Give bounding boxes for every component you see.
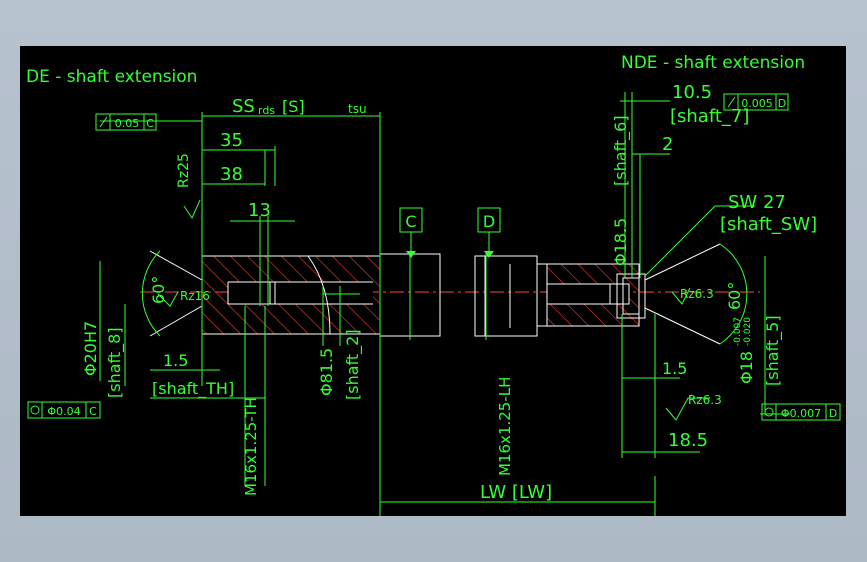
svg-text:Φ18: Φ18 — [737, 351, 756, 384]
svg-text:Φ0.007: Φ0.007 — [781, 407, 821, 420]
svg-text:C: C — [89, 405, 97, 418]
svg-text:[shaft_7]: [shaft_7] — [670, 106, 749, 127]
svg-text:C: C — [405, 212, 416, 231]
svg-text:Rz25: Rz25 — [176, 153, 192, 188]
svg-text:[S]: [S] — [282, 97, 305, 116]
drawing-canvas: DE - shaft extension NDE - shaft extensi… — [26, 53, 841, 516]
svg-text:Φ18.5: Φ18.5 — [611, 218, 630, 266]
svg-text:[shaft_SW]: [shaft_SW] — [720, 214, 817, 235]
svg-text:M16x1.25-LH: M16x1.25-LH — [496, 377, 514, 476]
svg-text:1.5: 1.5 — [163, 351, 188, 370]
de-title: DE - shaft extension — [26, 67, 197, 87]
svg-text:LW [LW]: LW [LW] — [480, 482, 552, 503]
svg-text:Φ0.04: Φ0.04 — [47, 405, 80, 418]
svg-text:[shaft_5]: [shaft_5] — [763, 315, 783, 386]
nde-shaft-body — [474, 255, 646, 337]
svg-text:Rz16: Rz16 — [180, 289, 210, 303]
svg-text:60°: 60° — [725, 282, 744, 310]
tolerance-frame-bottom-left: Φ0.04 C — [27, 401, 101, 419]
svg-text:2: 2 — [662, 134, 673, 155]
nde-title: NDE - shaft extension — [621, 53, 805, 73]
datum-c: C — [399, 207, 423, 258]
svg-text:D: D — [829, 407, 837, 420]
svg-text:tsu: tsu — [348, 102, 367, 116]
cad-viewport[interactable]: DE - shaft extension NDE - shaft extensi… — [20, 46, 846, 516]
svg-text:SW 27: SW 27 — [728, 192, 786, 213]
datum-d: D — [477, 207, 501, 258]
ss-label: SS — [232, 96, 255, 117]
svg-text:Φ81.5: Φ81.5 — [317, 348, 336, 396]
svg-text:D: D — [483, 212, 495, 231]
de-shaft-body — [201, 253, 441, 337]
svg-text:-0.007: -0.007 — [733, 317, 743, 346]
svg-text:38: 38 — [220, 164, 243, 185]
svg-text:Φ20H7: Φ20H7 — [81, 321, 100, 376]
tolerance-frame-top-left: 0.05 C — [95, 113, 157, 131]
svg-text:[shaft_8]: [shaft_8] — [105, 327, 125, 398]
svg-text:10.5: 10.5 — [672, 82, 712, 103]
svg-text:0.05: 0.05 — [115, 117, 140, 130]
svg-text:C: C — [146, 117, 154, 130]
svg-text:M16x1.25-TH: M16x1.25-TH — [242, 397, 260, 496]
svg-text:Rz6.3: Rz6.3 — [688, 393, 722, 407]
tolerance-frame-bottom-right: Φ0.007 D — [761, 403, 841, 421]
svg-text:18.5: 18.5 — [668, 430, 708, 451]
svg-text:D: D — [778, 97, 786, 110]
svg-text:35: 35 — [220, 130, 243, 151]
svg-text:-0.020: -0.020 — [743, 317, 753, 346]
svg-text:1.5: 1.5 — [662, 359, 687, 378]
svg-text:rds: rds — [258, 104, 275, 117]
svg-text:[shaft_2]: [shaft_2] — [343, 329, 363, 400]
svg-text:[shaft_6]: [shaft_6] — [611, 115, 631, 186]
svg-text:13: 13 — [248, 200, 271, 221]
svg-text:[shaft_TH]: [shaft_TH] — [152, 379, 234, 399]
svg-text:60°: 60° — [149, 276, 168, 304]
